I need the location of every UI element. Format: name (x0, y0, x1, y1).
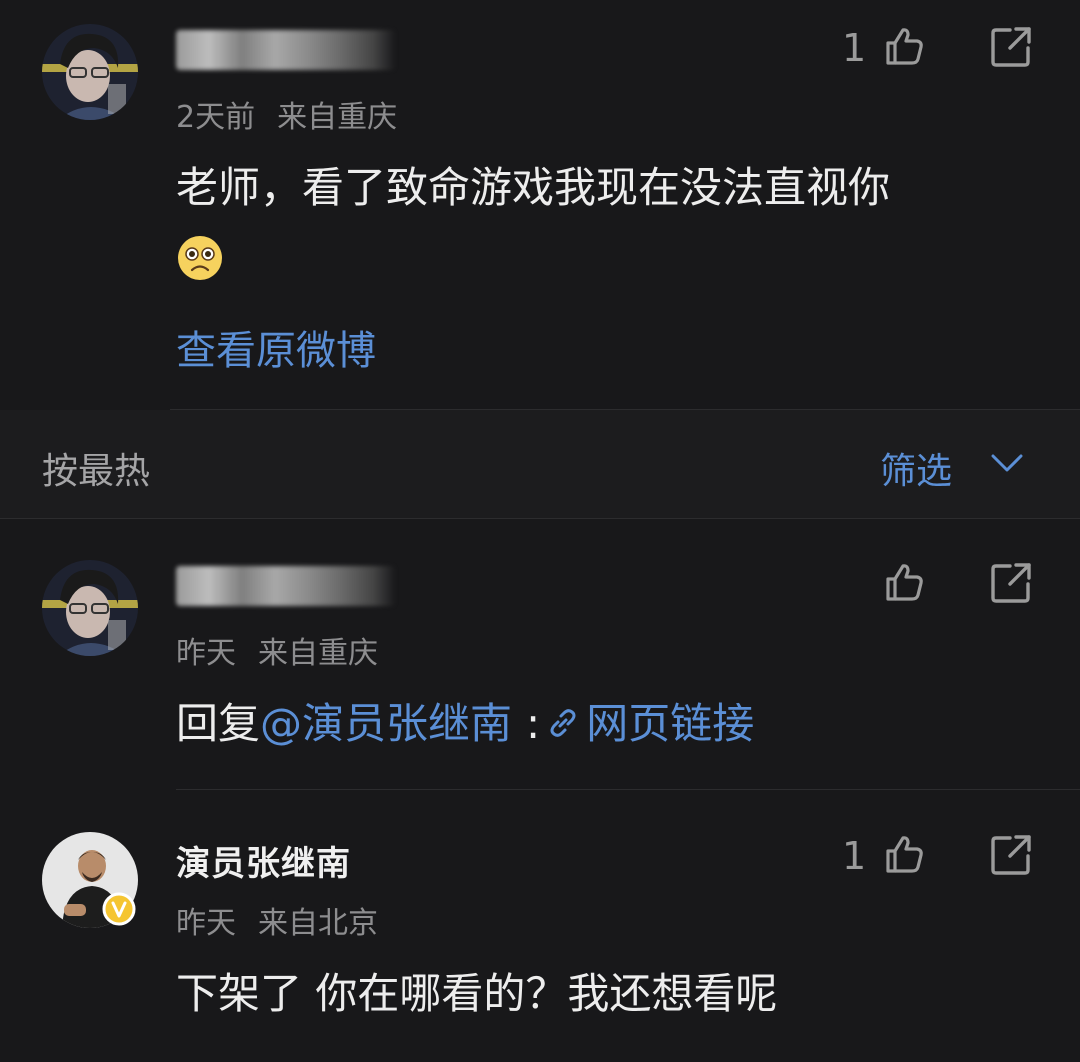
comment-location: 来自北京 (258, 906, 378, 941)
like-icon[interactable] (884, 26, 924, 66)
comment-meta: 昨天 来自重庆 (176, 628, 378, 672)
comment-meta: 昨天 来自北京 (176, 898, 378, 942)
reply-colon: : (526, 699, 541, 748)
reply-text: 回复@演员张继南: 网页链接 (176, 696, 754, 754)
blurred-username (176, 566, 396, 606)
blurred-username (176, 30, 396, 70)
comment-time: 昨天 (176, 636, 236, 671)
like-count: 1 (842, 26, 867, 70)
filter-button[interactable]: 筛选 (880, 442, 952, 494)
comment-time: 2天前 (176, 100, 256, 135)
comment-text: 老师，看了致命游戏我现在没法直视你 (176, 163, 891, 212)
crying-emoji-icon (176, 234, 224, 286)
divider (176, 789, 1080, 790)
comment-location: 来自重庆 (277, 100, 398, 135)
mention-link[interactable]: @演员张继南 (260, 699, 512, 748)
share-icon[interactable] (990, 834, 1032, 876)
reply-prefix: 回复 (176, 699, 261, 748)
sort-hot-button[interactable]: 按最热 (42, 442, 150, 494)
reply-text: 下架了 你在哪看的？我还想看呢 (176, 969, 778, 1018)
chevron-down-icon[interactable] (990, 452, 1024, 474)
share-icon[interactable] (990, 562, 1032, 604)
like-count: 1 (842, 834, 867, 878)
avatar-user[interactable] (42, 560, 138, 656)
share-icon[interactable] (990, 26, 1032, 68)
web-link[interactable]: 网页链接 (586, 699, 754, 748)
like-icon[interactable] (884, 562, 924, 602)
like-icon[interactable] (884, 834, 924, 874)
divider (0, 518, 1080, 519)
username[interactable]: 演员张继南 (176, 836, 351, 885)
link-icon[interactable] (546, 698, 580, 754)
view-original-link[interactable]: 查看原微博 (176, 318, 376, 376)
comment-meta: 2天前 来自重庆 (176, 92, 397, 136)
avatar-user[interactable] (42, 24, 138, 120)
verified-badge-icon (102, 892, 136, 930)
comment-location: 来自重庆 (258, 636, 378, 671)
comment-time: 昨天 (176, 906, 236, 941)
